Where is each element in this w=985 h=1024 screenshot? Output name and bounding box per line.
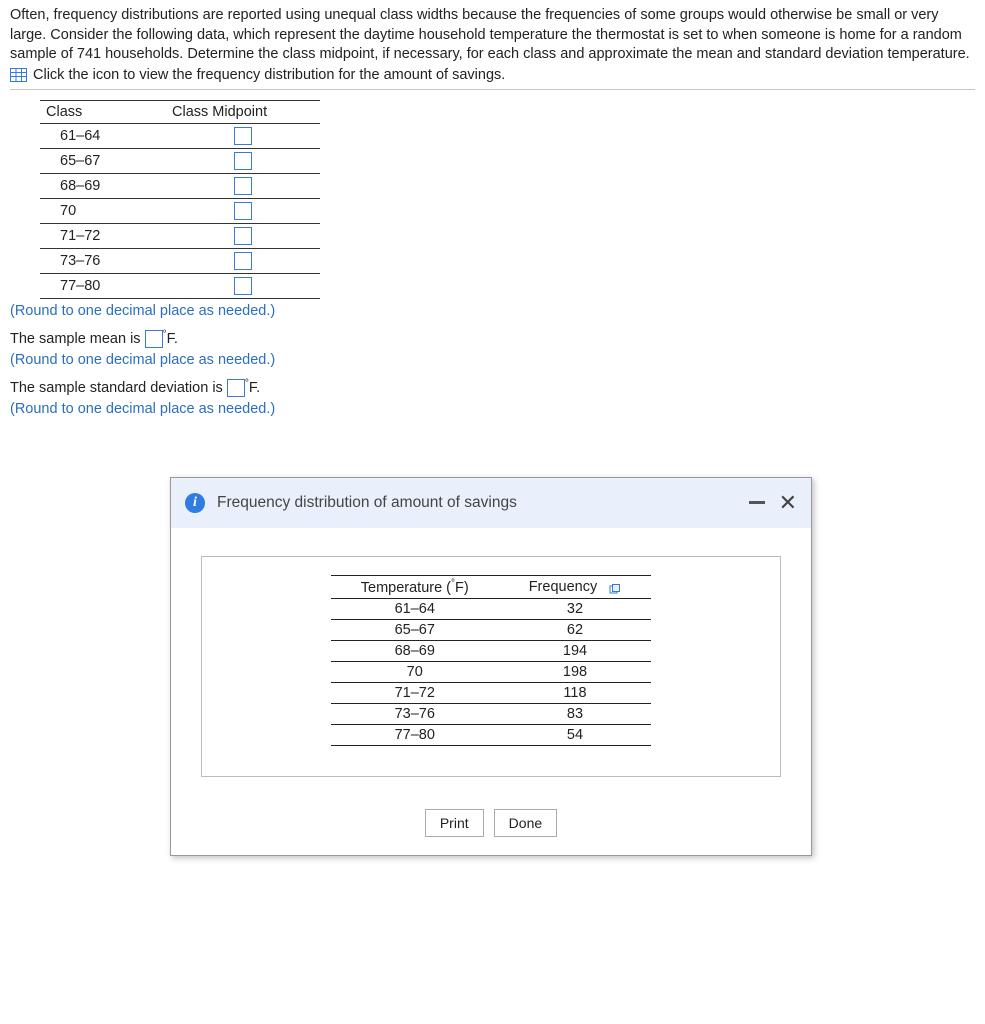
table-row: 61–64 xyxy=(40,123,320,148)
table-row: 77–8054 xyxy=(331,724,652,745)
info-icon: i xyxy=(185,493,205,513)
col-class-header: Class xyxy=(40,100,166,123)
table-row: 70 xyxy=(40,198,320,223)
sd-statement: The sample standard deviation is °F. xyxy=(10,378,975,397)
table-row: 71–72118 xyxy=(331,682,652,703)
done-button[interactable]: Done xyxy=(494,809,557,837)
table-row: 65–67 xyxy=(40,148,320,173)
frequency-table-container: Temperature (°F) Frequency 61–6432 xyxy=(201,556,781,777)
table-row: 70198 xyxy=(331,661,652,682)
copy-icon[interactable] xyxy=(609,582,621,592)
table-row: 71–72 xyxy=(40,223,320,248)
frequency-table: Temperature (°F) Frequency 61–6432 xyxy=(331,575,652,746)
midpoint-input[interactable] xyxy=(234,127,252,145)
col-temperature-header: Temperature (°F) xyxy=(331,575,499,598)
mean-statement: The sample mean is °F. xyxy=(10,329,975,348)
frequency-dialog: i Frequency distribution of amount of sa… xyxy=(170,477,812,856)
table-row: 73–76 xyxy=(40,248,320,273)
midpoint-input[interactable] xyxy=(234,252,252,270)
problem-intro: Often, frequency distributions are repor… xyxy=(10,6,975,65)
midpoint-input[interactable] xyxy=(234,202,252,220)
minimize-icon[interactable] xyxy=(749,501,765,504)
table-row: 61–6432 xyxy=(331,598,652,619)
mean-input[interactable] xyxy=(145,330,163,348)
midpoint-table: Class Class Midpoint 61–64 65–67 68–69 7… xyxy=(40,100,320,299)
col-midpoint-header: Class Midpoint xyxy=(166,100,320,123)
sd-input[interactable] xyxy=(227,379,245,397)
midpoint-input[interactable] xyxy=(234,152,252,170)
table-row: 77–80 xyxy=(40,273,320,298)
close-icon[interactable]: ✕ xyxy=(779,492,797,514)
print-button[interactable]: Print xyxy=(425,809,484,837)
col-frequency-header: Frequency xyxy=(499,575,652,598)
rounding-hint: (Round to one decimal place as needed.) xyxy=(10,352,975,368)
dialog-title: Frequency distribution of amount of savi… xyxy=(217,494,749,512)
table-row: 65–6762 xyxy=(331,619,652,640)
click-icon-text: Click the icon to view the frequency dis… xyxy=(33,67,505,83)
table-row: 73–7683 xyxy=(331,703,652,724)
midpoint-input[interactable] xyxy=(234,277,252,295)
rounding-hint: (Round to one decimal place as needed.) xyxy=(10,401,975,417)
midpoint-input[interactable] xyxy=(234,227,252,245)
divider xyxy=(10,89,975,90)
table-icon[interactable] xyxy=(10,68,27,82)
table-row: 68–69 xyxy=(40,173,320,198)
table-row: 68–69194 xyxy=(331,640,652,661)
rounding-hint: (Round to one decimal place as needed.) xyxy=(10,303,975,319)
midpoint-input[interactable] xyxy=(234,177,252,195)
